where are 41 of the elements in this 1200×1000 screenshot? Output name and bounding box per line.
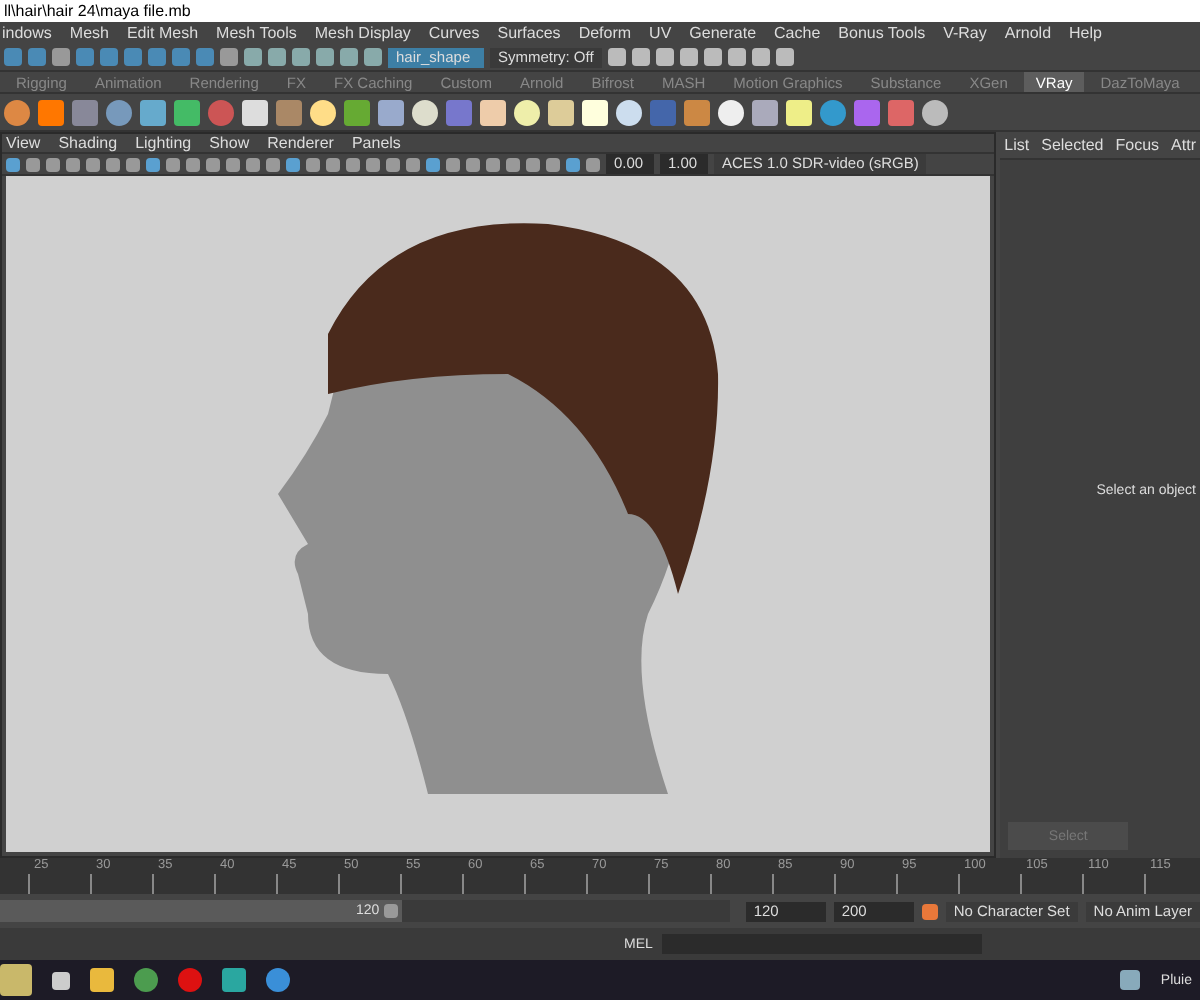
menu-item[interactable]: Edit Mesh bbox=[126, 24, 199, 42]
shelf-icon[interactable] bbox=[242, 99, 268, 125]
menu-item[interactable]: Generate bbox=[689, 24, 757, 42]
menu-item[interactable]: Surfaces bbox=[497, 24, 561, 42]
menu-item[interactable]: Mesh bbox=[69, 24, 109, 42]
panel-menu[interactable]: Lighting bbox=[135, 134, 192, 152]
shelf-icon[interactable] bbox=[412, 99, 438, 125]
shelf-icon[interactable] bbox=[922, 99, 948, 125]
menu-item[interactable]: Arnold bbox=[1004, 24, 1052, 42]
attribute-tab[interactable]: Focus bbox=[1115, 136, 1160, 154]
shelf-icon[interactable] bbox=[140, 99, 166, 125]
attribute-tab[interactable]: List bbox=[1004, 136, 1030, 154]
shelf-icon[interactable] bbox=[616, 99, 642, 125]
menu-item[interactable]: Mesh Tools bbox=[216, 24, 297, 42]
shelf-icon[interactable] bbox=[718, 99, 744, 125]
shelf-icon[interactable] bbox=[378, 99, 404, 125]
menu-item[interactable]: UV bbox=[649, 24, 672, 42]
menu-item[interactable]: Mesh Display bbox=[314, 24, 411, 42]
shelf-icon[interactable] bbox=[514, 99, 540, 125]
shelf-icon[interactable] bbox=[786, 99, 812, 125]
menu-item[interactable]: V-Ray bbox=[943, 24, 987, 42]
shelf-icon[interactable] bbox=[548, 99, 574, 125]
shelf-icon[interactable] bbox=[480, 99, 506, 125]
window-title: ll\hair\hair 24\maya file.mb bbox=[0, 0, 1200, 22]
attribute-tab[interactable]: Attr bbox=[1171, 136, 1196, 154]
panel-menu[interactable]: View bbox=[6, 134, 41, 152]
panel-menu[interactable]: Renderer bbox=[267, 134, 334, 152]
shelf-icon[interactable] bbox=[752, 99, 778, 125]
panel-menu[interactable]: Panels bbox=[351, 134, 401, 152]
shelf-icon[interactable] bbox=[174, 99, 200, 125]
menu-item[interactable]: Cache bbox=[774, 24, 821, 42]
menu-item[interactable]: Help bbox=[1069, 24, 1102, 42]
menu-item[interactable]: indows bbox=[2, 24, 52, 42]
menu-item[interactable]: Deform bbox=[578, 24, 632, 42]
panel-menu[interactable]: Show bbox=[209, 134, 250, 152]
menu-item[interactable]: Curves bbox=[428, 24, 480, 42]
shelf-icon[interactable] bbox=[310, 99, 336, 125]
panel-menu[interactable]: Shading bbox=[58, 134, 118, 152]
shelf-icon[interactable] bbox=[582, 99, 608, 125]
attribute-tab[interactable]: Selected bbox=[1041, 136, 1104, 154]
menu-item[interactable]: Bonus Tools bbox=[838, 24, 926, 42]
